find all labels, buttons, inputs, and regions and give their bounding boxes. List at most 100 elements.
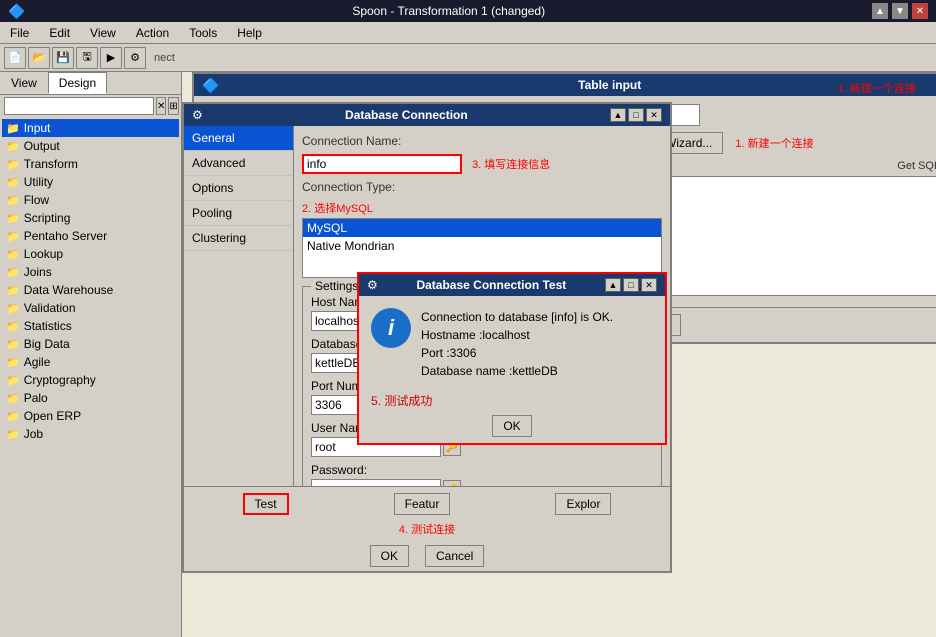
toolbar-label: nect xyxy=(154,52,175,64)
close-btn[interactable]: ✕ xyxy=(912,3,928,19)
folder-icon: 📁 xyxy=(6,356,20,369)
tree-item-scripting[interactable]: 📁 Scripting xyxy=(2,209,179,227)
sidebar-clustering[interactable]: Clustering xyxy=(184,226,293,251)
tree-view: 📁 Input 📁 Output 📁 Transform 📁 Utility 📁… xyxy=(0,117,181,637)
tree-item-label: Open ERP xyxy=(24,409,81,423)
db-conn-close[interactable]: ✕ xyxy=(646,108,662,122)
db-conn-bottom-footer: OK Cancel xyxy=(184,541,670,571)
annotation-2: 2. 选择MySQL xyxy=(302,200,662,216)
password-label: Password: xyxy=(311,463,653,477)
settings-title: Settings xyxy=(311,279,362,293)
password-input[interactable] xyxy=(311,479,441,486)
tree-item-datawarehouse[interactable]: 📁 Data Warehouse xyxy=(2,281,179,299)
toolbar-extra[interactable]: ⚙ xyxy=(124,47,146,69)
search-clear-btn[interactable]: ✕ xyxy=(156,97,166,115)
toolbar-new[interactable]: 📄 xyxy=(4,47,26,69)
tree-item-cryptography[interactable]: 📁 Cryptography xyxy=(2,371,179,389)
minimize-btn[interactable]: ▲ xyxy=(872,3,888,19)
db-test-minimize[interactable]: ▲ xyxy=(605,278,621,292)
db-test-restore[interactable]: □ xyxy=(623,278,639,292)
folder-icon: 📁 xyxy=(6,320,20,333)
tree-item-label: Agile xyxy=(24,355,51,369)
tree-item-job[interactable]: 📁 Job xyxy=(2,425,179,443)
sidebar-advanced[interactable]: Advanced xyxy=(184,151,293,176)
success-text: 5. 测试成功 xyxy=(371,392,665,409)
sidebar-general[interactable]: General xyxy=(184,126,293,151)
tree-item-validation[interactable]: 📁 Validation xyxy=(2,299,179,317)
menu-action[interactable]: Action xyxy=(130,24,175,42)
tree-item-label: Joins xyxy=(24,265,52,279)
tree-item-label: Pentaho Server xyxy=(24,229,107,243)
tree-item-palo[interactable]: 📁 Palo xyxy=(2,389,179,407)
tree-item-label: Big Data xyxy=(24,337,70,351)
tree-item-output[interactable]: 📁 Output xyxy=(2,137,179,155)
search-input[interactable] xyxy=(4,97,154,115)
restore-btn[interactable]: ▼ xyxy=(892,3,908,19)
toolbar-open[interactable]: 📂 xyxy=(28,47,50,69)
annotation-3: 3. 填写连接信息 xyxy=(472,156,550,172)
db-conn-ok-btn[interactable]: OK xyxy=(370,545,409,567)
tree-item-input[interactable]: 📁 Input xyxy=(2,119,179,137)
db-conn-icon: ⚙ xyxy=(192,108,203,122)
folder-icon: 📁 xyxy=(6,176,20,189)
search-expand-btn[interactable]: ⊞ xyxy=(168,97,178,115)
tree-item-statistics[interactable]: 📁 Statistics xyxy=(2,317,179,335)
conn-type-mondrian[interactable]: Native Mondrian xyxy=(303,237,661,255)
menu-edit[interactable]: Edit xyxy=(43,24,76,42)
panel-tabs: View Design xyxy=(0,72,181,95)
toolbar-save[interactable]: 💾 xyxy=(52,47,74,69)
folder-icon: 📁 xyxy=(6,230,20,243)
conn-type-mysql[interactable]: MySQL xyxy=(303,219,661,237)
password-key-icon[interactable]: 🔑 xyxy=(443,480,461,486)
tree-item-label: Cryptography xyxy=(24,373,96,387)
tree-item-openerp[interactable]: 📁 Open ERP xyxy=(2,407,179,425)
folder-icon: 📁 xyxy=(6,410,20,423)
tree-item-label: Scripting xyxy=(24,211,71,225)
annotation-new: 1. 新建一个连接 xyxy=(735,135,813,151)
db-conn-cancel-btn[interactable]: Cancel xyxy=(425,545,484,567)
db-test-close[interactable]: ✕ xyxy=(641,278,657,292)
tree-item-lookup[interactable]: 📁 Lookup xyxy=(2,245,179,263)
menu-file[interactable]: File xyxy=(4,24,35,42)
db-test-footer: OK xyxy=(359,409,665,443)
tab-design[interactable]: Design xyxy=(48,72,107,94)
tree-item-label: Lookup xyxy=(24,247,63,261)
table-input-title-bar: 🔷 Table input ▲ □ ✕ xyxy=(194,74,936,96)
toolbar-run[interactable]: ▶ xyxy=(100,47,122,69)
db-conn-minimize[interactable]: ▲ xyxy=(610,108,626,122)
folder-icon: 📁 xyxy=(6,266,20,279)
folder-icon: 📁 xyxy=(6,284,20,297)
db-test-ok-btn[interactable]: OK xyxy=(492,415,531,437)
test-msg-4: Database name :kettleDB xyxy=(421,362,613,380)
folder-icon: 📁 xyxy=(6,248,20,261)
tree-item-flow[interactable]: 📁 Flow xyxy=(2,191,179,209)
app-title: Spoon - Transformation 1 (changed) xyxy=(25,4,872,18)
tree-item-transform[interactable]: 📁 Transform xyxy=(2,155,179,173)
menu-help[interactable]: Help xyxy=(231,24,268,42)
left-panel: View Design ✕ ⊞ 📁 Input 📁 Output 📁 Trans… xyxy=(0,72,182,637)
tab-view[interactable]: View xyxy=(0,72,48,94)
test-btn[interactable]: Test xyxy=(243,493,289,515)
folder-icon: 📁 xyxy=(6,302,20,315)
tree-item-pentaho[interactable]: 📁 Pentaho Server xyxy=(2,227,179,245)
menu-view[interactable]: View xyxy=(84,24,122,42)
folder-icon: 📁 xyxy=(6,374,20,387)
menu-tools[interactable]: Tools xyxy=(183,24,223,42)
right-area: 🔷 Table input ▲ □ ✕ Step name Connection… xyxy=(182,72,936,637)
explore-btn[interactable]: Explor xyxy=(555,493,611,515)
conn-type-list[interactable]: MySQL Native Mondrian xyxy=(302,218,662,278)
folder-icon: 📁 xyxy=(6,158,20,171)
db-conn-sidebar: General Advanced Options Pooling Cluster… xyxy=(184,126,294,486)
tree-item-bigdata[interactable]: 📁 Big Data xyxy=(2,335,179,353)
title-bar: 🔷 Spoon - Transformation 1 (changed) ▲ ▼… xyxy=(0,0,936,22)
tree-item-utility[interactable]: 📁 Utility xyxy=(2,173,179,191)
db-conn-restore[interactable]: □ xyxy=(628,108,644,122)
feature-btn[interactable]: Featur xyxy=(394,493,451,515)
sidebar-options[interactable]: Options xyxy=(184,176,293,201)
tree-item-agile[interactable]: 📁 Agile xyxy=(2,353,179,371)
tree-item-label: Job xyxy=(24,427,43,441)
tree-item-joins[interactable]: 📁 Joins xyxy=(2,263,179,281)
sidebar-pooling[interactable]: Pooling xyxy=(184,201,293,226)
conn-name-input[interactable] xyxy=(302,154,462,174)
toolbar-saveas[interactable]: 🖫 xyxy=(76,47,98,69)
